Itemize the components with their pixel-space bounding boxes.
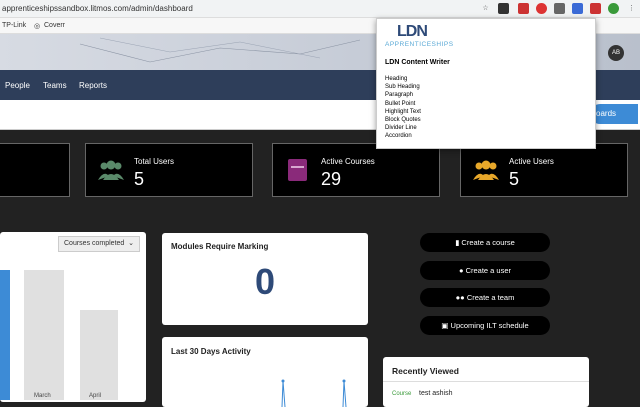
stat-value: 5	[134, 169, 144, 190]
popup-item-highlight-text[interactable]: Highlight Text	[385, 108, 421, 116]
activity-panel: Last 30 Days Activity	[162, 337, 368, 407]
stat-value: 5	[509, 169, 519, 190]
dashboards-button[interactable]: oards	[590, 104, 638, 124]
stat-card-active-courses[interactable]: Active Courses 29	[272, 143, 440, 197]
activity-line	[162, 337, 368, 407]
x-tick-label: March	[34, 393, 51, 399]
menu-icon[interactable]: ⋮	[626, 3, 637, 14]
popup-item-divider-line[interactable]: Divider Line	[385, 124, 421, 132]
extension-icon-3[interactable]	[572, 3, 583, 14]
profile-icon[interactable]	[608, 3, 619, 14]
url-text[interactable]: apprenticeshipssandbox.litmos.com/admin/…	[2, 4, 193, 13]
modules-count[interactable]: 0	[162, 261, 368, 303]
ldn-extension-popup: LDN APPRENTICESHIPS LDN Content Writer H…	[376, 18, 596, 149]
book-icon	[285, 158, 311, 182]
chevron-down-icon: ⌄	[128, 237, 134, 251]
create-team-button[interactable]: ●● Create a team	[420, 288, 550, 307]
popup-item-heading[interactable]: Heading	[385, 75, 421, 83]
extension-icon-4[interactable]	[590, 3, 601, 14]
x-tick-label: April	[89, 393, 101, 399]
address-bar[interactable]: apprenticeshipssandbox.litmos.com/admin/…	[0, 0, 640, 18]
opera-icon[interactable]	[536, 3, 547, 14]
user-icon: ●	[459, 266, 466, 275]
popup-item-paragraph[interactable]: Paragraph	[385, 91, 421, 99]
chart-bar	[0, 270, 10, 400]
ldn-logo: LDN	[397, 23, 427, 41]
bookmark-tplink[interactable]: TP-Link	[2, 22, 26, 29]
ilt-schedule-button[interactable]: ▣ Upcoming ILT schedule	[420, 316, 550, 335]
stat-label: Active Courses	[321, 157, 375, 166]
stat-label: Total Users	[134, 157, 174, 166]
calendar-icon: ▣	[441, 321, 450, 330]
logo-subtitle: APPRENTICESHIPS	[385, 41, 454, 48]
nav-item-teams[interactable]: Teams	[43, 81, 67, 90]
stat-card-active-users[interactable]: Active Users 5	[460, 143, 628, 197]
bookmark-coverr[interactable]: Coverr	[44, 22, 65, 29]
popup-item-block-quotes[interactable]: Block Quotes	[385, 116, 421, 124]
recent-item-link[interactable]: test ashish	[419, 390, 452, 397]
popup-item-bullet-point[interactable]: Bullet Point	[385, 100, 421, 108]
team-icon: ●●	[456, 293, 467, 302]
nav-item-people[interactable]: People	[5, 81, 30, 90]
item-type-badge: Course	[392, 391, 411, 397]
panel-title: Modules Require Marking	[171, 242, 268, 251]
pocket-icon[interactable]	[518, 3, 529, 14]
create-course-button[interactable]: ▮ Create a course	[420, 233, 550, 252]
chart-bar	[80, 310, 118, 400]
select-value: Courses completed	[64, 240, 124, 247]
avatar[interactable]: AB	[608, 45, 624, 61]
nav-item-reports[interactable]: Reports	[79, 81, 107, 90]
star-icon[interactable]: ☆	[480, 3, 491, 14]
popup-title: LDN Content Writer	[385, 59, 450, 66]
stat-label: Active Users	[509, 157, 554, 166]
extension-icon-2[interactable]	[554, 3, 565, 14]
stat-value: 29	[321, 169, 341, 190]
popup-menu: Heading Sub Heading Paragraph Bullet Poi…	[385, 75, 421, 141]
divider	[383, 381, 589, 382]
users-icon	[98, 158, 124, 182]
users-icon	[473, 158, 499, 182]
panel-title: Recently Viewed	[392, 366, 459, 376]
popup-item-sub-heading[interactable]: Sub Heading	[385, 83, 421, 91]
create-user-button[interactable]: ● Create a user	[420, 261, 550, 280]
globe-icon: ◎	[34, 22, 40, 30]
modules-marking-panel: Modules Require Marking 0	[162, 233, 368, 325]
chart-metric-select[interactable]: Courses completed ⌄	[58, 236, 140, 252]
popup-item-accordion[interactable]: Accordion	[385, 132, 421, 140]
extension-icon[interactable]	[498, 3, 509, 14]
stat-card-partial	[0, 143, 70, 197]
chart-bar	[24, 270, 64, 400]
courses-chart-panel	[0, 232, 146, 402]
stat-card-total-users[interactable]: Total Users 5	[85, 143, 253, 197]
